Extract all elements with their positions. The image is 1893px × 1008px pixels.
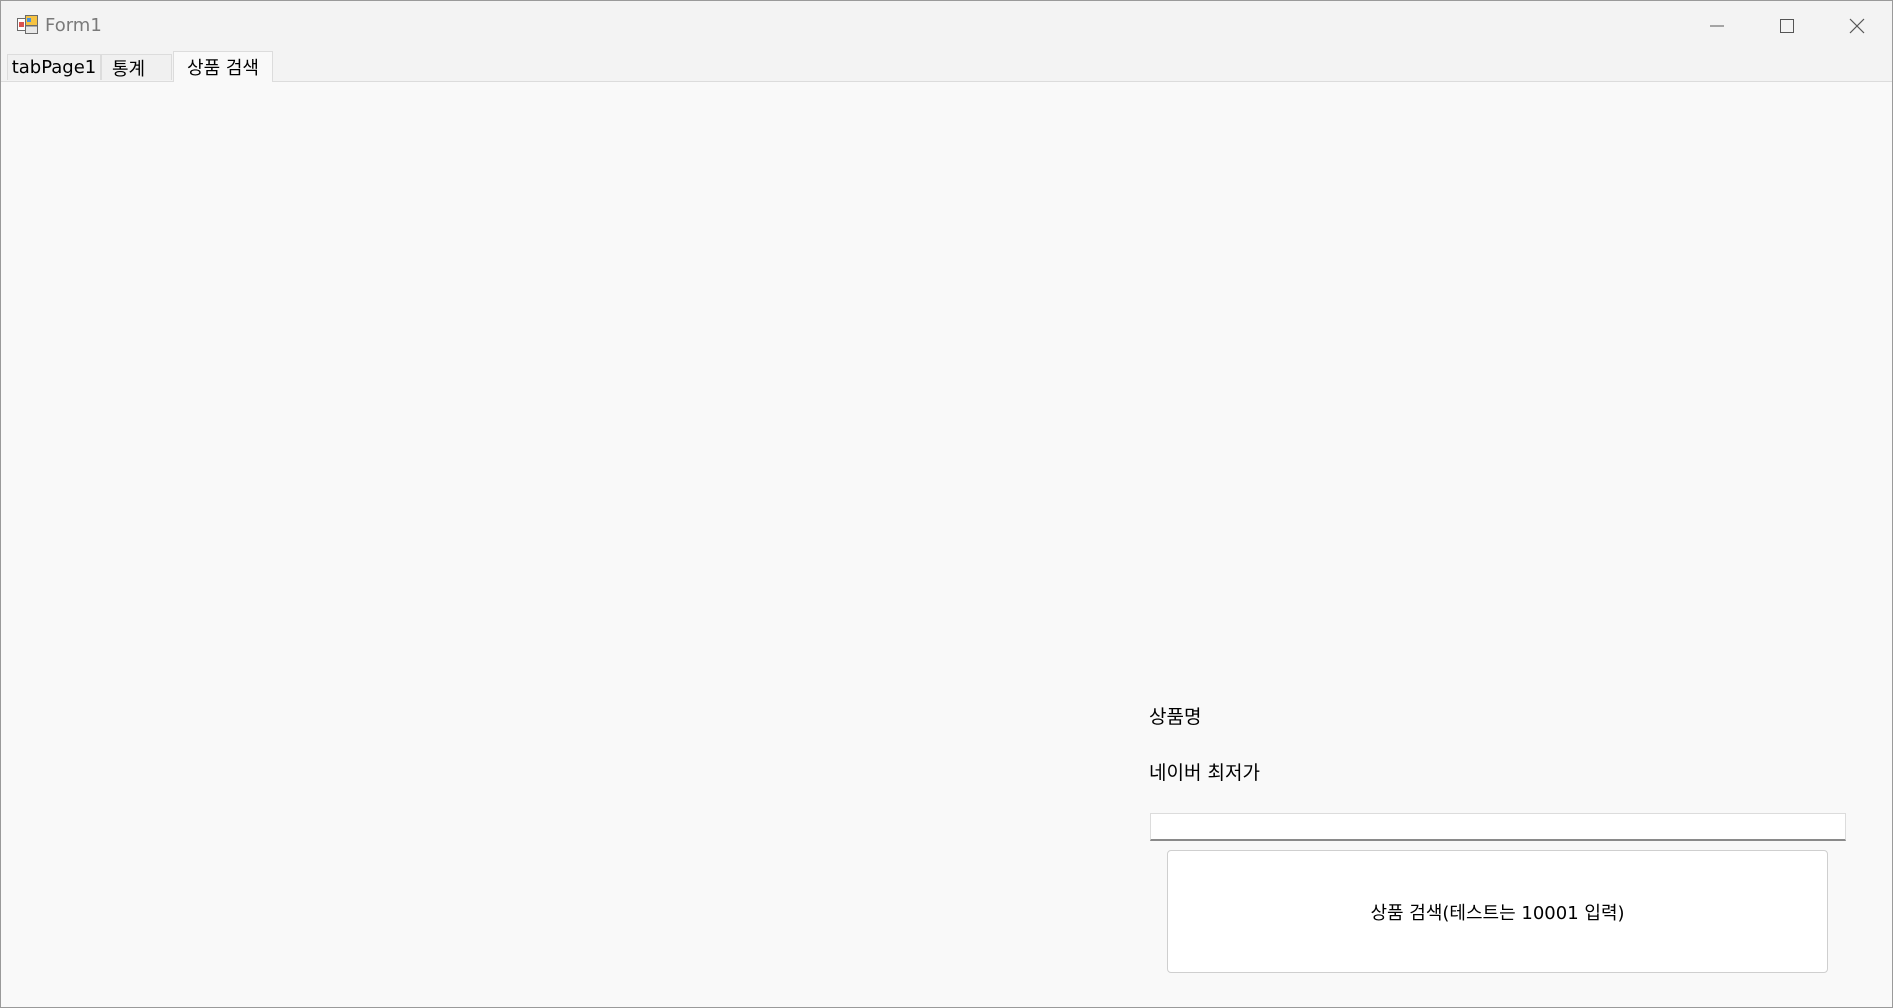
maximize-button[interactable] xyxy=(1752,1,1822,51)
maximize-icon xyxy=(1780,19,1794,33)
tab-tabpage1[interactable]: tabPage1 xyxy=(7,54,101,80)
app-icon xyxy=(17,15,38,34)
close-icon xyxy=(1849,18,1865,34)
close-button[interactable] xyxy=(1822,1,1892,51)
tab-product-search[interactable]: 상품 검색 xyxy=(173,51,273,82)
tab-statistics[interactable]: 통계 xyxy=(101,54,172,80)
minimize-button[interactable] xyxy=(1682,1,1752,51)
minimize-icon xyxy=(1710,25,1724,27)
window-title: Form1 xyxy=(45,15,102,36)
product-name-label: 상품명 xyxy=(1149,706,1202,728)
app-window: Form1 tabPage1 통계 상품 검색 상품명 네이버 최저가 상품 검… xyxy=(0,0,1893,1008)
tab-strip: tabPage1 통계 상품 검색 xyxy=(1,51,1892,82)
search-input[interactable] xyxy=(1150,813,1846,841)
naver-lowest-price-label: 네이버 최저가 xyxy=(1149,762,1260,784)
product-search-button[interactable]: 상품 검색(테스트는 10001 입력) xyxy=(1167,850,1828,973)
title-bar[interactable]: Form1 xyxy=(1,1,1892,51)
